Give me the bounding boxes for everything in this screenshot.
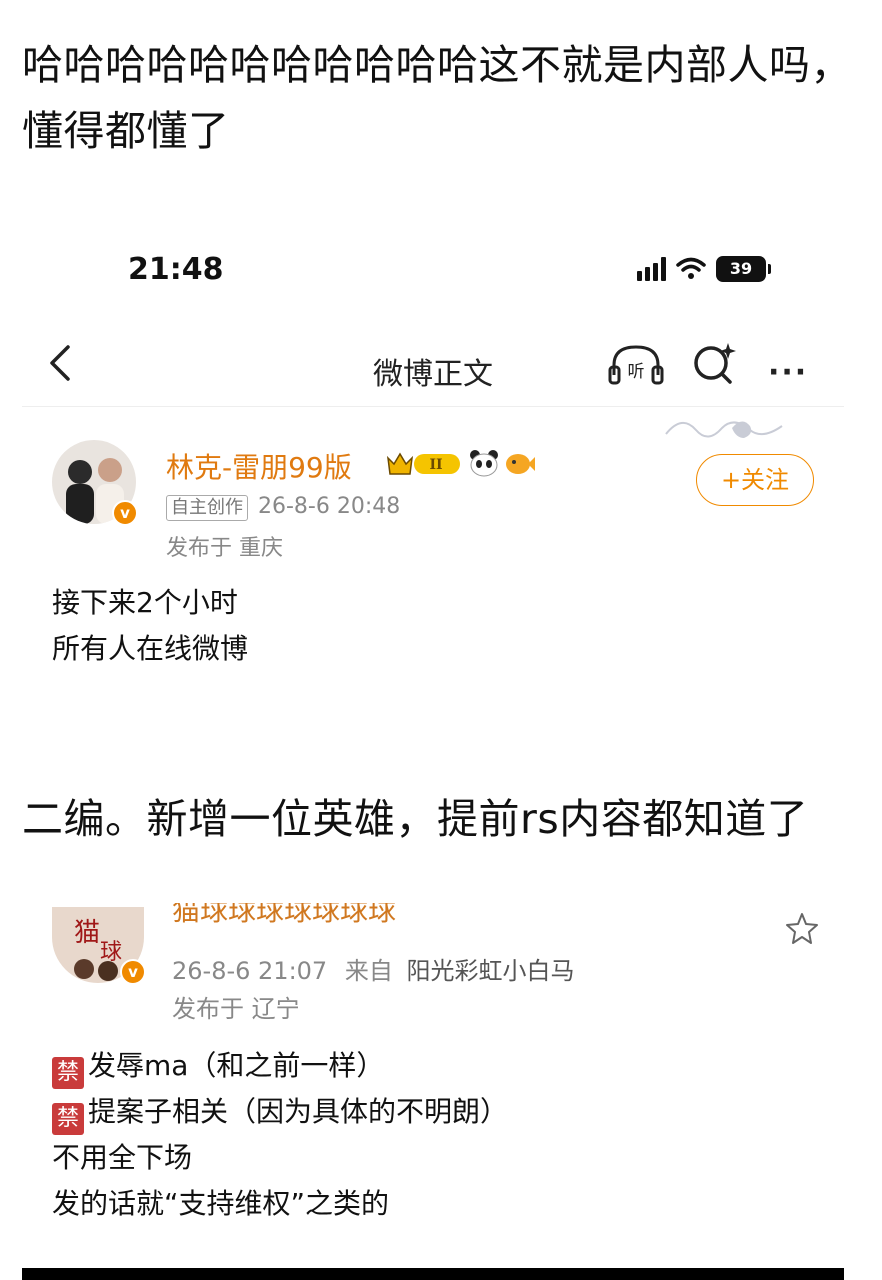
post-location: 发布于 辽宁 [172, 995, 300, 1023]
post-line: 禁提案子相关（因为具体的不明朗） [52, 1089, 508, 1135]
svg-text:猫: 猫 [74, 918, 100, 948]
signal-icon [637, 257, 666, 281]
ban-icon: 禁 [52, 1103, 84, 1135]
post-line: 不用全下场 [52, 1141, 193, 1174]
post-date: 26-8-6 21:07 [172, 957, 328, 985]
bottom-divider [22, 1268, 844, 1280]
panda-icon [470, 450, 498, 477]
post-line: 禁发辱ma（和之前一样） [52, 1043, 508, 1089]
post-body: 接下来2个小时 所有人在线微博 [52, 580, 248, 672]
post-body: 禁发辱ma（和之前一样） 禁提案子相关（因为具体的不明朗） 不用全下场 发的话就… [52, 1043, 508, 1227]
post-date: 26-8-6 20:48 [258, 494, 401, 519]
post-meta: 26-8-6 21:07 来自 阳光彩虹小白马 [172, 951, 574, 986]
weibo-screenshot-2: 猫 球 v 猫球球球球球球球 26-8-6 21:07 来自 阳光彩虹小白马 发… [22, 903, 844, 1245]
avatar[interactable]: 猫 球 v [52, 907, 146, 985]
caption-top: 哈哈哈哈哈哈哈哈哈哈哈这不就是内部人吗，懂得都懂了 [22, 41, 852, 155]
search-sparkle-icon[interactable] [690, 339, 740, 387]
battery-icon: 39 [716, 256, 771, 282]
original-tag: 自主创作 [166, 495, 248, 521]
source-prefix: 来自 [344, 957, 393, 985]
wifi-icon [676, 257, 706, 279]
svg-text:II: II [429, 457, 442, 473]
svg-text:听: 听 [628, 362, 645, 382]
follow-button[interactable]: +关注 [696, 454, 814, 506]
post-meta: 自主创作 26-8-6 20:48 [166, 494, 400, 521]
username[interactable]: 林克-雷朋99版 [166, 446, 352, 486]
fish-icon [506, 454, 535, 474]
post-line: 所有人在线微博 [52, 632, 249, 665]
verified-badge-icon: v [120, 959, 146, 985]
status-time: 21:48 [128, 252, 224, 287]
post-line: 接下来2个小时 [52, 586, 238, 619]
svg-text:球: 球 [100, 940, 122, 965]
more-icon[interactable]: ··· [768, 355, 808, 390]
avatar[interactable]: v [52, 440, 138, 526]
decoration-ornament [665, 421, 783, 438]
caption-middle: 二编。新增一位英雄，提前rs内容都知道了 [22, 795, 809, 843]
verified-badge-icon: v [112, 500, 138, 526]
post-location: 发布于 重庆 [166, 536, 283, 561]
status-icons: 39 [637, 256, 771, 282]
nav-bar: 微博正文 听 ··· [22, 327, 844, 407]
weibo-screenshot-1: 21:48 39 微博正文 听 ··· v 林克-雷朋99版 II 自主创作 2… [22, 232, 844, 702]
ban-icon: 禁 [52, 1057, 84, 1089]
vip-badge-icon: II [386, 452, 460, 475]
username[interactable]: 猫球球球球球球球 [172, 903, 396, 929]
star-icon[interactable] [784, 911, 820, 945]
source-link[interactable]: 阳光彩虹小白马 [406, 957, 574, 985]
listen-icon[interactable]: 听 [606, 341, 666, 387]
post-line: 发的话就“支持维权”之类的 [52, 1187, 390, 1220]
